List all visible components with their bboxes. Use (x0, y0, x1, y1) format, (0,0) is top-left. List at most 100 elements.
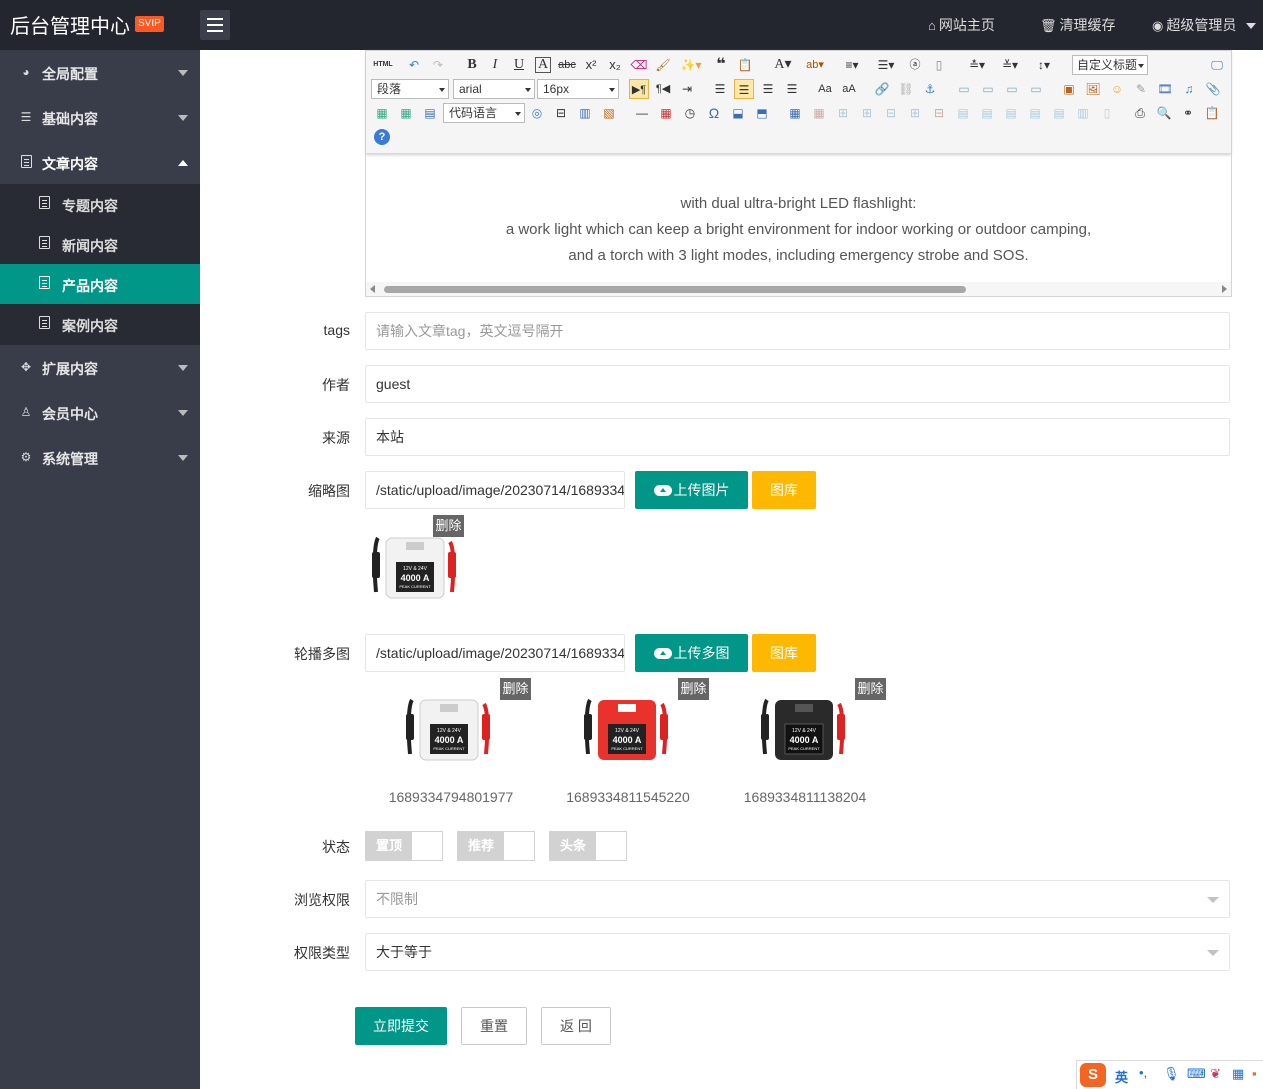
italic-icon[interactable]: I (485, 55, 505, 75)
subscript-icon[interactable]: x₂ (605, 55, 625, 75)
font-color-icon[interactable]: A▾ (769, 55, 797, 75)
permission-type-select[interactable]: 大于等于 (365, 933, 1230, 971)
fullscreen-icon[interactable]: 🖵 (1207, 55, 1227, 75)
reset-button[interactable]: 重置 (461, 1007, 527, 1045)
switch-top[interactable]: 置顶 (365, 831, 443, 861)
html-source-button[interactable]: HTML (372, 55, 394, 75)
skin-icon[interactable]: ❦ (1210, 1066, 1221, 1082)
unordered-list-icon[interactable]: ☰▾ (872, 55, 900, 75)
help-icon[interactable]: ? (374, 129, 390, 145)
template-icon[interactable]: ▥ (575, 103, 595, 123)
sidebar-item-cases[interactable]: 案例内容 (0, 304, 200, 344)
wordimage-icon[interactable]: ⬓ (728, 103, 748, 123)
strikethrough-icon[interactable]: abc (557, 55, 577, 75)
line-height-icon[interactable]: ↕▾ (1030, 55, 1058, 75)
merge-down-icon[interactable]: ▤ (1001, 103, 1021, 123)
font-size-select[interactable]: 16px (537, 79, 619, 99)
align-left-icon[interactable]: ☰ (710, 79, 730, 99)
author-input[interactable]: guest (365, 365, 1230, 403)
carousel-delete-button[interactable]: 删除 (678, 678, 709, 700)
sidebar-item-news[interactable]: 新闻内容 (0, 224, 200, 264)
align-justify-icon[interactable]: ☰ (782, 79, 802, 99)
sidebar-item-system[interactable]: ⚙ 系统管理 (0, 435, 200, 480)
ime-language-toggle[interactable]: 英 (1115, 1067, 1128, 1086)
page-break-icon[interactable]: ⊟ (551, 103, 571, 123)
scrollbar-thumb[interactable] (384, 286, 966, 293)
underline-icon[interactable]: U (509, 55, 529, 75)
scroll-left-icon[interactable] (370, 285, 375, 293)
superscript-icon[interactable]: x² (581, 55, 601, 75)
thumbnail-gallery-button[interactable]: 图库 (752, 471, 816, 509)
uppercase-icon[interactable]: Aa (815, 79, 835, 99)
highlight-icon[interactable]: ab▾ (801, 55, 829, 75)
sidebar-item-global-config[interactable]: ◕ 全局配置 (0, 50, 200, 95)
toolbox-icon[interactable]: ▦ (1232, 1066, 1244, 1082)
submit-button[interactable]: 立即提交 (355, 1007, 447, 1045)
microphone-icon[interactable]: 🎙 (1163, 1066, 1180, 1082)
insert-frame-icon[interactable]: ▤ (420, 103, 440, 123)
format-brush-icon[interactable]: 🖌 (653, 55, 673, 75)
editor-content[interactable]: with dual ultra-bright LED flashlight: a… (366, 191, 1231, 269)
image-none-icon[interactable]: ▭ (954, 79, 974, 99)
upload-image-button[interactable]: 上传图片 (635, 471, 748, 509)
redo-icon[interactable]: ↷ (428, 55, 448, 75)
insert-table-icon[interactable]: ▦ (785, 103, 805, 123)
align-right-icon[interactable]: ☰ (758, 79, 778, 99)
clear-doc-icon[interactable]: ▯ (929, 55, 949, 75)
sidebar-item-article-content[interactable]: 文章内容 (0, 140, 200, 185)
thumbnail-delete-button[interactable]: 删除 (433, 515, 464, 537)
align-center-icon[interactable]: ☰ (734, 79, 754, 99)
paste-plain-icon[interactable]: 📋 (735, 55, 755, 75)
time-icon[interactable]: ◷ (680, 103, 700, 123)
link-icon[interactable]: 🔗 (872, 79, 892, 99)
anchor-icon[interactable]: ⚓ (920, 79, 940, 99)
sidebar-item-extended-content[interactable]: ✥ 扩展内容 (0, 345, 200, 390)
web-app-icon[interactable]: ◎ (527, 103, 547, 123)
carousel-delete-button[interactable]: 删除 (500, 678, 531, 700)
indent-icon[interactable]: ⇥ (677, 79, 697, 99)
horizontal-rule-icon[interactable]: — (632, 103, 652, 123)
special-chars-icon[interactable]: Ω (704, 103, 724, 123)
rtl-icon[interactable]: ¶◀ (653, 79, 673, 99)
eraser-icon[interactable]: ⌫ (629, 55, 649, 75)
lowercase-icon[interactable]: aA (839, 79, 859, 99)
upload-multiple-button[interactable]: 上传多图 (635, 634, 748, 672)
split-cols-icon[interactable]: ▥ (1073, 103, 1093, 123)
gmap-icon[interactable]: ▦ (396, 103, 416, 123)
print-icon[interactable]: ⎙ (1130, 103, 1150, 123)
carousel-path-input[interactable]: /static/upload/image/20230714/1689334 (365, 634, 625, 672)
thumbnail-path-input[interactable]: /static/upload/image/20230714/1689334 (365, 471, 625, 509)
undo-icon[interactable]: ↶ (404, 55, 424, 75)
custom-title-select[interactable]: 自定义标题 (1072, 55, 1148, 75)
emotion-icon[interactable]: ☺ (1107, 79, 1127, 99)
insert-image-icon[interactable]: 🖼 (1083, 79, 1103, 99)
blockquote-icon[interactable]: ❝ (711, 55, 731, 75)
unlink-icon[interactable]: ⛓ (896, 79, 916, 99)
tags-input[interactable]: 请输入文章tag，英文逗号隔开 (365, 312, 1230, 350)
nav-admin-user[interactable]: ◉ 超级管理员 (1152, 0, 1257, 50)
more-icon[interactable]: ▪ (1252, 1066, 1257, 1081)
punctuation-icon[interactable]: •, (1139, 1065, 1147, 1080)
editor-horizontal-scrollbar[interactable] (366, 282, 1231, 296)
sidebar-item-topics[interactable]: 专题内容 (0, 184, 200, 224)
insert-row-icon[interactable]: ⊞ (857, 103, 877, 123)
switch-headline[interactable]: 头条 (549, 831, 627, 861)
merge-cells-icon[interactable]: ▤ (953, 103, 973, 123)
delete-row-icon[interactable]: ⊟ (881, 103, 901, 123)
split-rows-icon[interactable]: ▤ (1049, 103, 1069, 123)
background-icon[interactable]: ▧ (599, 103, 619, 123)
insert-paragraph-icon[interactable]: ⊞ (833, 103, 853, 123)
snapscreen-icon[interactable]: ⬒ (752, 103, 772, 123)
attachment-icon[interactable]: 📎 (1203, 79, 1223, 99)
music-icon[interactable]: ♫ (1179, 79, 1199, 99)
code-language-select[interactable]: 代码语言 (443, 103, 525, 123)
split-cells-icon[interactable]: ▤ (1025, 103, 1045, 123)
font-border-icon[interactable]: A (535, 57, 551, 73)
map-icon[interactable]: ▦ (372, 103, 392, 123)
paragraph-format-select[interactable]: 段落 (371, 79, 449, 99)
image-right-icon[interactable]: ▭ (1002, 79, 1022, 99)
source-input[interactable]: 本站 (365, 418, 1230, 456)
simple-upload-icon[interactable]: ▣ (1059, 79, 1079, 99)
row-spacing-bottom-icon[interactable]: ≚▾ (996, 55, 1024, 75)
back-button[interactable]: 返 回 (541, 1007, 611, 1045)
